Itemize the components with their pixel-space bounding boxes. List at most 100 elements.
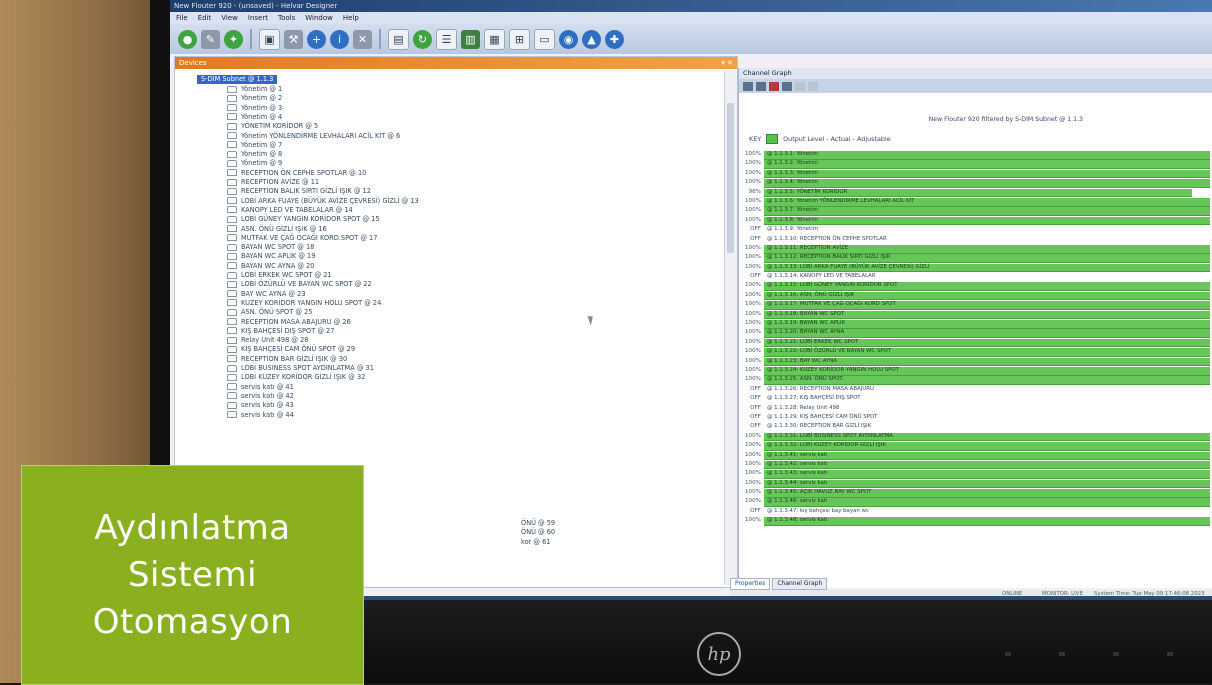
tree-item[interactable]: LOBİ GÜNEY YANGIN KORİDOR SPOT @ 15 (227, 215, 380, 224)
tree-item[interactable]: BAYAN WC SPOT @ 18 (227, 243, 314, 252)
graph-view-icon[interactable] (743, 81, 753, 91)
channel-row[interactable]: OFF @ 1.1.3.30: RECEPTION BAR GİZLİ IŞIK (739, 422, 1212, 431)
channel-row[interactable]: OFF @ 1.1.3.14: KANOPY LED VE TABELALAR (739, 272, 1212, 281)
channel-level-bar[interactable] (764, 451, 1210, 461)
channel-row[interactable]: OFF @ 1.1.3.10: RECEPTION ÖN CEPHE SPOTLA… (739, 235, 1212, 244)
channel-row[interactable]: 100% @ 1.1.3.45: AÇIK HAVUZ BAY WC SPOT (739, 488, 1212, 498)
channel-row[interactable]: OFF @ 1.1.3.47: kış bahçesi bay bayan wc (739, 507, 1212, 516)
graph-option-icon[interactable] (795, 81, 805, 91)
channel-row[interactable]: 100% @ 1.1.3.13: LOBİ ARKA FUAYE (BÜYÜK A… (739, 263, 1212, 273)
tree-item[interactable]: YÖNETİM KORİDOR @ 5 (227, 122, 318, 131)
tree-item[interactable]: servis katı @ 44 (227, 411, 294, 420)
channel-row[interactable]: 100% @ 1.1.3.15: LOBİ GÜNEY YANGIN KORİDO… (739, 281, 1212, 292)
tree-item[interactable]: KIŞ BAHÇESİ DIŞ SPOT @ 27 (227, 327, 334, 336)
tree-item[interactable]: servis katı @ 41 (227, 383, 294, 392)
tree-item[interactable]: LOBİ ÖZÜRLÜ VE BAYAN WC SPOT @ 22 (227, 280, 372, 289)
tree-item[interactable]: Relay Unit 498 @ 28 (227, 336, 309, 345)
wand-icon[interactable]: ✦ (224, 29, 243, 49)
pencil-icon[interactable]: ✎ (201, 29, 220, 49)
channel-level-bar[interactable] (764, 479, 1210, 489)
list-icon[interactable]: ☰ (436, 28, 457, 50)
tab-channel-graph[interactable]: Channel Graph (772, 578, 828, 590)
channel-row[interactable]: 96% @ 1.1.3.5: YÖNETİM KORİDOR (739, 188, 1212, 198)
channel-level-bar[interactable] (764, 151, 1210, 160)
menu-file[interactable]: File (176, 12, 188, 24)
channel-row[interactable]: 100% @ 1.1.3.8: Yönetim (739, 216, 1212, 226)
tree-item[interactable]: Yönetim YÖNLENDİRME LEVHALARI ACİL KİT @… (227, 132, 400, 141)
tree-item[interactable]: RECEPTION BALIK SIRTI GİZLİ IŞIK @ 12 (227, 187, 371, 196)
globe-icon[interactable]: ◉ (559, 29, 578, 49)
channel-row[interactable]: OFF @ 1.1.3.9: Yönetim (739, 225, 1212, 234)
tree-item[interactable]: KANOPY LED VE TABELALAR @ 14 (227, 206, 353, 215)
channel-row[interactable]: 100% @ 1.1.3.42: servis katı (739, 460, 1212, 470)
pane-controls[interactable]: ▾ ✕ (721, 57, 733, 69)
channel-row[interactable]: 100% @ 1.1.3.21: LOBİ ERKEK WC SPOT (739, 338, 1212, 348)
document-icon[interactable]: ▤ (388, 28, 409, 50)
online-icon[interactable]: ● (178, 29, 197, 49)
tree-item[interactable]: BAY WC AYNA @ 23 (227, 290, 306, 299)
tree-item[interactable]: BAYAN WC APLİK @ 19 (227, 252, 315, 261)
refresh-icon[interactable]: ↻ (413, 29, 432, 49)
channel-row[interactable]: 100% @ 1.1.3.2: Yönetim (739, 159, 1212, 169)
tree-item-partial[interactable]: ÖNÜ @ 60 (521, 528, 555, 537)
graph-export-icon[interactable] (808, 81, 818, 91)
tree-item[interactable]: RECEPTION BAR GİZLİ IŞIK @ 30 (227, 355, 347, 364)
tree-item[interactable]: RECEPTION MASA ABAJURU @ 26 (227, 318, 351, 327)
channel-row[interactable]: 100% @ 1.1.3.24: KUZEY KORİDOR YANGIN HOL… (739, 366, 1212, 376)
menu-insert[interactable]: Insert (248, 12, 268, 24)
tree-item[interactable]: BAYAN WC AYNA @ 20 (227, 262, 314, 271)
channel-row[interactable]: 100% @ 1.1.3.3: Yönetim (739, 169, 1212, 179)
channel-row[interactable]: 100% @ 1.1.3.18: BAYAN WC SPOT (739, 310, 1212, 320)
channel-row[interactable]: 100% @ 1.1.3.46: servis katı (739, 497, 1212, 508)
channel-row[interactable]: 100% @ 1.1.3.23: BAY WC AYNA (739, 357, 1212, 367)
tab-properties[interactable]: Properties (730, 578, 771, 590)
tree-item[interactable]: Yönetim @ 2 (227, 94, 282, 103)
tree-item[interactable]: LOBİ KUZEY KORİDOR GİZLİ IŞIK @ 32 (227, 373, 365, 382)
tree-item[interactable]: LOBİ ERKEK WC SPOT @ 21 (227, 271, 332, 280)
channel-row[interactable]: OFF @ 1.1.3.29: KIŞ BAHÇESİ CAM ÖNÜ SPOT (739, 413, 1212, 422)
scrollbar-thumb[interactable] (727, 103, 734, 253)
grid-icon[interactable]: ▦ (484, 28, 505, 50)
channel-row[interactable]: 100% @ 1.1.3.19: BAYAN WC APLİK (739, 319, 1212, 329)
channel-row[interactable]: 100% @ 1.1.3.43: servis katı (739, 469, 1212, 479)
tree-item[interactable]: MUTFAK VE ÇAĞ OCAĞI KORD.SPOT @ 17 (227, 234, 377, 243)
channel-row[interactable]: 100% @ 1.1.3.16: ASN. ÖNÜ GİZLİ IŞIK (739, 291, 1212, 301)
menu-window[interactable]: Window (305, 12, 333, 24)
network-icon[interactable]: ⊞ (509, 28, 530, 50)
channel-level-bar[interactable] (764, 160, 1210, 169)
tree-root-subnet[interactable]: S-DIM Subnet @ 1.1.3 (197, 75, 278, 84)
channel-row[interactable]: 100% @ 1.1.3.7: Yönetim (739, 206, 1212, 216)
channel-row[interactable]: OFF @ 1.1.3.26: RECEPTION MASA ABAJURU (739, 385, 1212, 394)
add-icon[interactable]: + (307, 29, 326, 49)
tree-item[interactable]: RECEPTION AVİZE @ 11 (227, 178, 319, 187)
menu-view[interactable]: View (221, 12, 238, 24)
tree-item[interactable]: KUZEY KORİDOR YANGIN HOLU SPOT @ 24 (227, 299, 381, 308)
tree-scrollbar[interactable] (724, 71, 737, 585)
tree-item[interactable]: Yönetim @ 1 (227, 85, 282, 94)
tree-item[interactable]: ASN. ÖNÜ SPOT @ 25 (227, 308, 312, 317)
tree-item-partial[interactable]: kor @ 61 (521, 538, 551, 547)
close-icon[interactable]: ✕ (353, 29, 372, 49)
channel-row[interactable]: 100% @ 1.1.3.25: ASN. ÖNÜ SPOT (739, 375, 1212, 385)
monitor-icon[interactable]: ▭ (534, 28, 555, 50)
tree-item[interactable]: servis katı @ 43 (227, 401, 294, 410)
channel-row[interactable]: 100% @ 1.1.3.1: Yönetim (739, 150, 1212, 160)
tree-item[interactable]: Yönetim @ 7 (227, 141, 282, 150)
plus-icon[interactable]: ✚ (605, 29, 624, 49)
graph-stop-icon[interactable] (769, 81, 779, 91)
chart-icon[interactable]: ▥ (461, 29, 480, 49)
channel-level-bar[interactable] (764, 207, 1210, 216)
save-icon[interactable]: ▣ (259, 28, 280, 50)
tree-item[interactable]: Yönetim @ 9 (227, 159, 282, 168)
channel-level-bar[interactable] (764, 216, 1210, 226)
channel-level-bar[interactable] (764, 517, 1210, 526)
tree-item[interactable]: Yönetim @ 3 (227, 104, 282, 113)
channel-row[interactable]: 100% @ 1.1.3.20: BAYAN WC AYNA (739, 328, 1212, 339)
menu-help[interactable]: Help (343, 12, 359, 24)
channel-row[interactable]: 100% @ 1.1.3.12: RECEPTION BALIK SIRTI Gİ… (739, 253, 1212, 263)
channel-row[interactable]: OFF @ 1.1.3.28: Relay Unit 498 (739, 404, 1212, 413)
tree-item[interactable]: KIŞ BAHÇESİ CAM ÖNÜ SPOT @ 29 (227, 345, 355, 354)
tree-item[interactable]: LOBİ ARKA FUAYE (BÜYÜK AVİZE ÇEVRESİ) Gİ… (227, 197, 419, 206)
channel-row[interactable]: 100% @ 1.1.3.22: LOBİ ÖZÜRLÜ VE BAYAN WC … (739, 347, 1212, 357)
channel-level-bar[interactable] (764, 498, 1210, 508)
